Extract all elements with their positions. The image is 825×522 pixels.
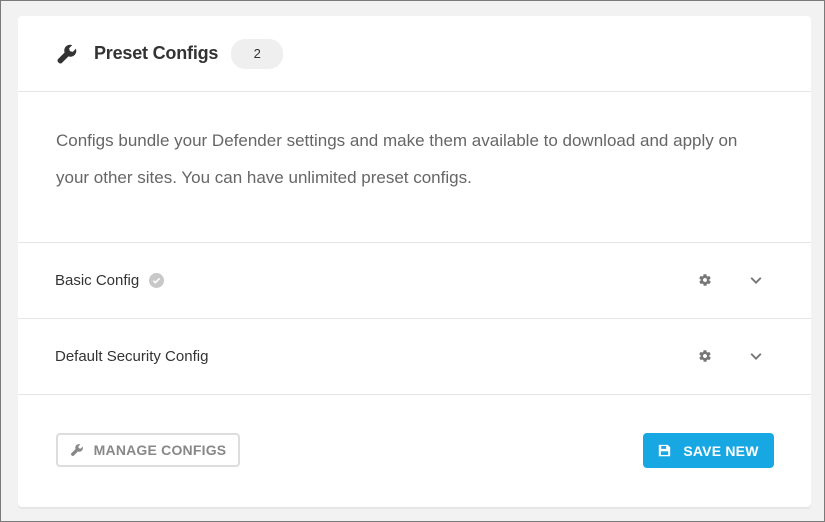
manage-configs-label: MANAGE CONFIGS <box>93 442 227 458</box>
manage-configs-button[interactable]: MANAGE CONFIGS <box>56 433 240 467</box>
description: Configs bundle your Defender settings an… <box>18 92 811 243</box>
config-name: Default Security Config <box>55 348 209 365</box>
config-row-basic[interactable]: Basic Config <box>18 243 811 319</box>
card-header: Preset Configs 2 <box>18 16 811 92</box>
wrench-icon <box>70 443 84 457</box>
chevron-down-icon[interactable] <box>749 349 765 365</box>
gear-icon[interactable] <box>698 349 714 365</box>
config-row-default-security[interactable]: Default Security Config <box>18 319 811 395</box>
config-name: Basic Config <box>55 272 140 289</box>
card-footer: MANAGE CONFIGS SAVE NEW <box>18 395 811 505</box>
preset-configs-card: Preset Configs 2 Configs bundle your Def… <box>18 16 811 507</box>
save-new-button[interactable]: SAVE NEW <box>643 433 774 468</box>
wrench-icon <box>56 42 80 66</box>
config-count-badge: 2 <box>231 38 284 69</box>
page-title: Preset Configs <box>94 43 219 63</box>
chevron-down-icon[interactable] <box>749 273 765 289</box>
save-new-label: SAVE NEW <box>683 442 759 459</box>
gear-icon[interactable] <box>698 273 714 289</box>
check-circle-icon <box>149 273 165 288</box>
floppy-disk-icon <box>658 444 671 457</box>
